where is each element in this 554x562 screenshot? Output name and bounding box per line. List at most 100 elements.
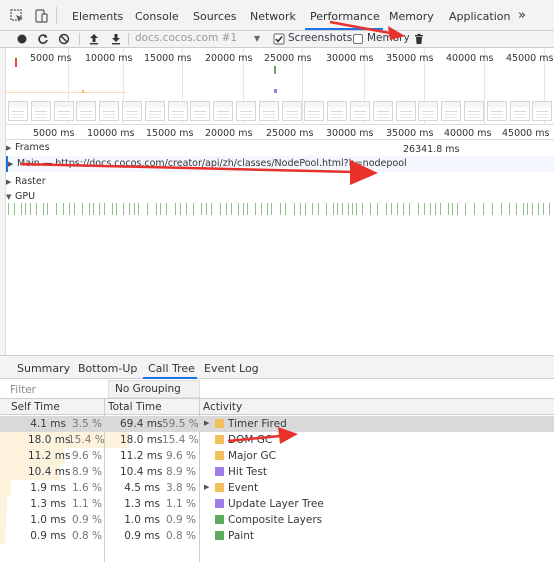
screenshot-thumbnail[interactable] [509,101,530,121]
clear-icon[interactable] [58,33,70,45]
tab-performance[interactable]: Performance [310,10,380,23]
overview-tick-label: 45000 ms [506,53,554,64]
total-time-percent: 0.9 % [165,514,196,526]
device-toolbar-icon[interactable] [34,9,48,23]
screenshot-thumbnail[interactable] [144,101,165,121]
tab-sources[interactable]: Sources [193,10,237,23]
total-time-header[interactable]: Total Time [108,401,162,413]
tab-network[interactable]: Network [250,10,296,23]
screenshot-thumbnail[interactable] [167,101,188,121]
frames-track-label: Frames [15,142,50,153]
gpu-task-bar [36,203,37,215]
self-time-header[interactable]: Self Time [11,401,60,413]
screenshot-thumbnail[interactable] [327,101,348,121]
screenshots-checkbox[interactable] [273,33,285,45]
expand-caret-icon[interactable]: ▶ [204,483,209,491]
category-color-swatch [215,467,224,476]
activity-header[interactable]: Activity [203,401,242,413]
gpu-task-bar [543,203,544,215]
inspect-element-icon[interactable] [10,9,24,23]
screenshot-thumbnail[interactable] [8,101,28,121]
calltree-row[interactable]: 4.1 ms 3.5 % 69.4 ms 59.5 % ▶ Timer Fired [0,416,554,432]
expand-caret-icon[interactable]: ▶ [6,178,15,186]
load-profile-icon[interactable] [88,33,100,45]
screenshot-filmstrip[interactable] [6,98,554,124]
overview-tick-label: 5000 ms [30,53,72,64]
record-icon[interactable] [16,33,28,45]
chevron-down-icon[interactable]: ▼ [254,34,260,43]
gpu-task-bar [147,203,148,215]
more-tabs-button[interactable]: » [518,8,526,23]
screenshot-thumbnail[interactable] [281,101,302,121]
expand-caret-icon[interactable]: ▶ [204,419,209,427]
overview-tick-label: 40000 ms [446,53,494,64]
expand-caret-icon[interactable]: ▶ [6,144,15,152]
gpu-task-bar [509,203,510,215]
screenshot-thumbnail[interactable] [304,101,325,121]
tab-elements[interactable]: Elements [72,10,123,23]
trash-icon[interactable] [413,33,425,45]
calltree-row[interactable]: 1.9 ms 1.6 % 4.5 ms 3.8 % ▶ Event [0,480,554,496]
ruler-tick-label: 25000 ms [266,128,314,139]
self-time-percent: 9.6 % [71,450,102,462]
overview-tick-label: 10000 ms [85,53,133,64]
main-track[interactable]: ▶ Main — https://docs.cocos.com/creator/a… [6,156,554,172]
total-time-percent: 15.4 % [162,434,199,446]
activity-marker [274,66,276,74]
self-time-heat-bar [0,480,11,496]
screenshot-thumbnail[interactable] [258,101,279,121]
calltree-row[interactable]: 10.4 ms 8.9 % 10.4 ms 8.9 % Hit Test [0,464,554,480]
gpu-task-bar [300,203,301,215]
screenshot-thumbnail[interactable] [464,101,484,121]
gpu-task-bar [305,203,306,215]
screenshot-thumbnail[interactable] [122,101,142,121]
gpu-task-bar [25,203,26,215]
tab-call-tree[interactable]: Call Tree [148,362,195,375]
tab-event-log[interactable]: Event Log [204,362,259,375]
self-time-percent: 0.9 % [71,514,102,526]
screenshot-thumbnail[interactable] [395,101,416,121]
save-profile-icon[interactable] [110,33,122,45]
gpu-track[interactable]: ▼ GPU [6,191,554,202]
screenshot-thumbnail[interactable] [350,101,370,121]
memory-checkbox[interactable] [352,33,364,45]
tab-memory[interactable]: Memory [389,10,434,23]
time-ruler: 5000 ms 10000 ms 15000 ms 20000 ms 25000 ms 3… [6,124,554,140]
calltree-row[interactable]: 1.0 ms 0.9 % 1.0 ms 0.9 % Composite Layers [0,512,554,528]
screenshot-thumbnail[interactable] [418,101,439,121]
tab-summary[interactable]: Summary [17,362,70,375]
tab-console[interactable]: Console [135,10,179,23]
tab-application[interactable]: Application [449,10,510,23]
raster-track[interactable]: ▶ Raster [6,176,554,187]
screenshot-thumbnail[interactable] [213,101,234,121]
screenshot-thumbnail[interactable] [486,101,507,121]
screenshot-thumbnail[interactable] [372,101,393,121]
tab-bottom-up[interactable]: Bottom-Up [78,362,137,375]
gpu-task-bar [377,203,378,215]
long-task-marker [15,58,17,67]
calltree-row[interactable]: 1.3 ms 1.1 % 1.3 ms 1.1 % Update Layer Tree [0,496,554,512]
screenshot-thumbnail[interactable] [532,101,553,121]
calltree-row[interactable]: 11.2 ms 9.6 % 11.2 ms 9.6 % Major GC [0,448,554,464]
filter-input[interactable] [10,382,102,397]
calltree-row[interactable]: 0.9 ms 0.8 % 0.9 ms 0.8 % Paint [0,528,554,544]
collapse-caret-icon[interactable]: ▼ [6,193,15,201]
screenshot-thumbnail[interactable] [30,101,51,121]
frames-track[interactable]: ▶ Frames [6,142,554,153]
screenshot-thumbnail[interactable] [236,101,256,121]
details-tab-bar: Summary Bottom-Up Call Tree Event Log [0,355,554,379]
expand-caret-icon[interactable]: ▶ [8,160,17,168]
screenshot-thumbnail[interactable] [441,101,462,121]
screenshot-thumbnail[interactable] [190,101,211,121]
screenshot-thumbnail[interactable] [99,101,120,121]
profile-select[interactable]: docs.cocos.com #1 [135,32,237,44]
total-time-percent: 8.9 % [165,466,196,478]
screenshot-thumbnail[interactable] [76,101,97,121]
gpu-task-bar [30,203,31,215]
gpu-task-bar [267,203,268,215]
gpu-task-bar [14,203,15,215]
screenshot-thumbnail[interactable] [53,101,74,121]
reload-record-icon[interactable] [37,33,49,45]
calltree-row[interactable]: 18.0 ms 15.4 % 18.0 ms 15.4 % DOM GC [0,432,554,448]
grouping-select[interactable]: No Grouping [108,380,200,398]
